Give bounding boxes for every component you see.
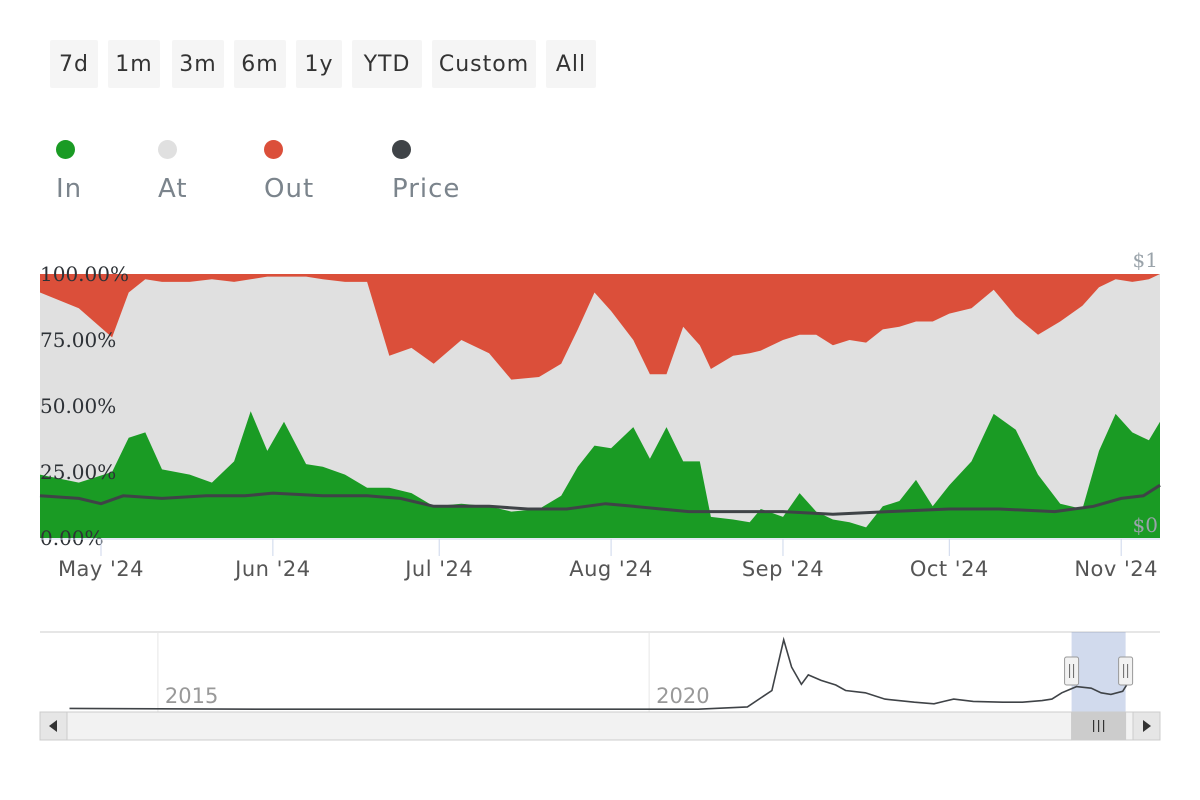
navigator-year-label: 2015 xyxy=(165,684,218,708)
navigator-price-line xyxy=(69,636,1132,710)
y-tick-label: 100.00% xyxy=(40,262,129,286)
navigator: 2015 2020 xyxy=(39,631,1161,741)
y-tick-label: 0.00% xyxy=(40,526,104,550)
price-axis-top-label: $1 xyxy=(1133,248,1158,272)
y-tick-label: 50.00% xyxy=(40,394,116,418)
navigator-handle-right[interactable] xyxy=(1118,656,1134,686)
main-plot: 0.00% 25.00% 50.00% 75.00% 100.00% $1 $0 May '2… xyxy=(39,248,1161,581)
navigator-window[interactable] xyxy=(1071,632,1126,712)
x-tick-label: Sep '24 xyxy=(742,557,824,581)
x-tick-label: May '24 xyxy=(58,557,144,581)
x-tick-label: Jun '24 xyxy=(233,557,310,581)
scrollbar-thumb[interactable] xyxy=(1071,711,1127,741)
scrollbar-track[interactable] xyxy=(39,711,1161,741)
x-tick-label: Nov '24 xyxy=(1074,557,1158,581)
navigator-handle-left[interactable] xyxy=(1064,656,1080,686)
navigator-year-label: 2020 xyxy=(656,684,709,708)
scroll-left-button[interactable] xyxy=(39,711,68,741)
y-tick-label: 75.00% xyxy=(40,328,116,352)
x-tick-label: Jul '24 xyxy=(403,557,473,581)
y-tick-label: 25.00% xyxy=(40,460,116,484)
chart-svg: 0.00% 25.00% 50.00% 75.00% 100.00% $1 $0 May '2… xyxy=(39,248,1161,741)
price-axis-bottom-label: $0 xyxy=(1133,513,1158,537)
scroll-right-button[interactable] xyxy=(1132,711,1161,741)
x-tick-label: Aug '24 xyxy=(569,557,653,581)
x-tick-label: Oct '24 xyxy=(910,557,989,581)
